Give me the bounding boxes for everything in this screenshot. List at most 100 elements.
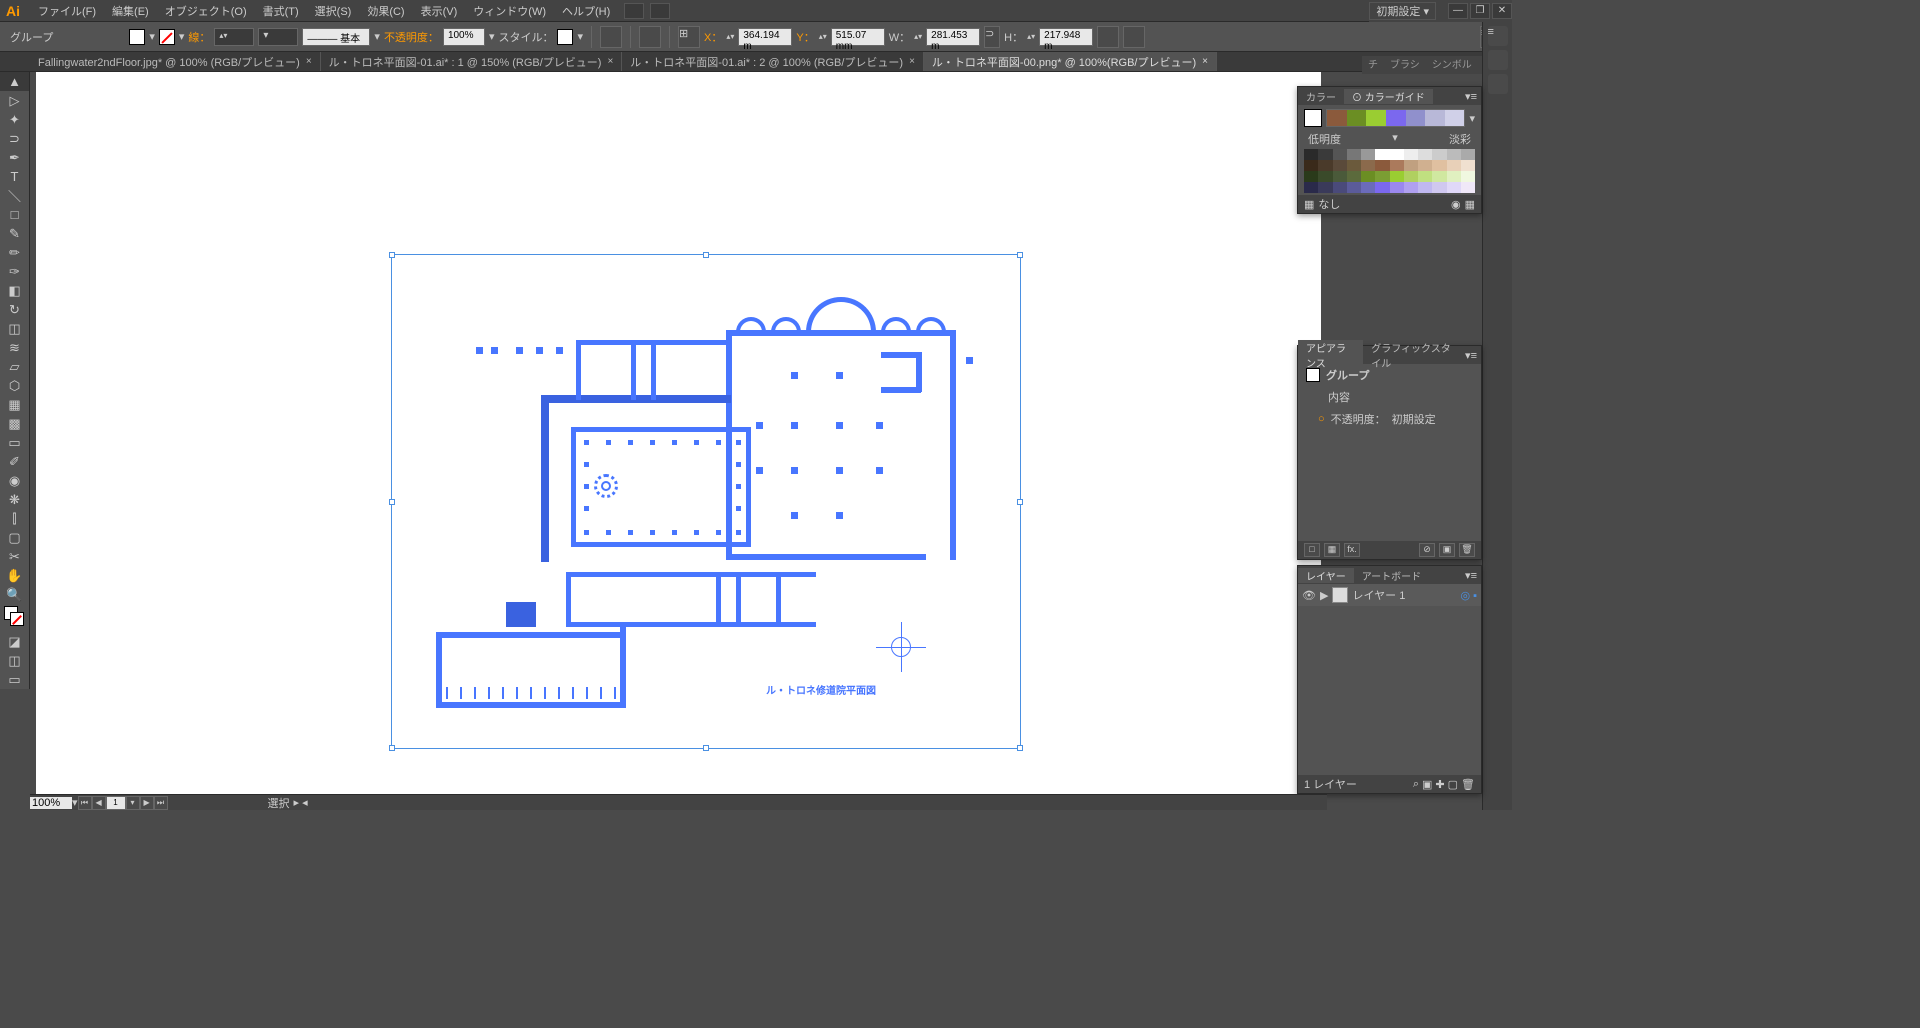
menu-object[interactable]: オブジェクト(O) — [157, 3, 255, 19]
link-wh-icon[interactable]: ⊃ — [984, 26, 1000, 48]
document-tab[interactable]: ル・トロネ平面図-01.ai* : 2 @ 100% (RGB/プレビュー)× — [622, 52, 924, 71]
new-layer-icon[interactable]: ▢ — [1448, 778, 1458, 791]
menu-effect[interactable]: 効果(C) — [359, 3, 412, 19]
pencil-tool[interactable]: ✏ — [0, 243, 29, 262]
panel-icon[interactable] — [1488, 50, 1508, 70]
perspective-tool[interactable]: ▦ — [0, 395, 29, 414]
brush-panel-tabs[interactable]: チ ブラシ シンボル — [1362, 56, 1482, 74]
width-tool[interactable]: ≋ — [0, 338, 29, 357]
panel-tab[interactable]: ブラシ — [1384, 56, 1426, 74]
resize-handle[interactable] — [703, 745, 709, 751]
selection-tool[interactable]: ▲ — [0, 72, 29, 91]
document-tab[interactable]: ル・トロネ平面図-01.ai* : 1 @ 150% (RGB/プレビュー)× — [321, 52, 623, 71]
panel-tab-layers[interactable]: レイヤー — [1298, 568, 1354, 583]
blend-tool[interactable]: ◉ — [0, 471, 29, 490]
zoom-input[interactable]: 100% — [30, 797, 72, 809]
menu-file[interactable]: ファイル(F) — [30, 3, 104, 19]
menu-edit[interactable]: 編集(E) — [104, 3, 157, 19]
resize-handle[interactable] — [389, 745, 395, 751]
resize-handle[interactable] — [389, 499, 395, 505]
duplicate-icon[interactable]: ▣ — [1439, 543, 1455, 557]
h-input[interactable]: 217.948 m — [1039, 28, 1093, 46]
panel-tab-color[interactable]: カラー — [1298, 89, 1344, 104]
new-sublayer-icon[interactable]: ✚ — [1435, 778, 1444, 791]
color-mode-icon[interactable]: ◪ — [0, 632, 29, 651]
menu-help[interactable]: ヘルプ(H) — [554, 3, 618, 19]
workspace-switcher[interactable]: 初期設定 ▾ — [1369, 2, 1436, 20]
artboard-tool[interactable]: ▢ — [0, 528, 29, 547]
clear-icon[interactable]: ⊘ — [1419, 543, 1435, 557]
panel-tab[interactable]: シンボル — [1426, 56, 1478, 74]
recolor-icon[interactable] — [600, 26, 622, 48]
panel-tab-appearance[interactable]: アピアランス — [1298, 340, 1363, 370]
target-indicator-icon[interactable]: ◎ ▪ — [1460, 589, 1477, 602]
delete-icon[interactable]: 🗑 — [1459, 543, 1475, 557]
paintbrush-tool[interactable]: ✎ — [0, 224, 29, 243]
lasso-tool[interactable]: ⊃ — [0, 129, 29, 148]
minimize-button[interactable]: — — [1448, 3, 1468, 19]
tab-close-icon[interactable]: × — [607, 56, 613, 67]
panel-menu-icon[interactable]: ▾≡ — [1461, 349, 1481, 362]
graphic-style-swatch[interactable] — [557, 29, 573, 45]
resize-handle[interactable] — [1017, 745, 1023, 751]
document-tab[interactable]: Fallingwater2ndFloor.jpg* @ 100% (RGB/プレ… — [30, 52, 321, 71]
magic-wand-tool[interactable]: ✦ — [0, 110, 29, 129]
stroke-swatch[interactable] — [159, 29, 175, 45]
x-input[interactable]: 364.194 m — [738, 28, 792, 46]
rectangle-tool[interactable]: □ — [0, 205, 29, 224]
column-graph-tool[interactable]: ⫿ — [0, 509, 29, 528]
align-icon[interactable] — [639, 26, 661, 48]
blob-brush-tool[interactable]: ✑ — [0, 262, 29, 281]
harmony-strip[interactable] — [1326, 109, 1465, 127]
opacity-row-label[interactable]: 不透明度： — [1331, 411, 1386, 427]
expand-toggle-icon[interactable]: ▶ — [1320, 589, 1328, 602]
draw-mode-icon[interactable]: ◫ — [0, 651, 29, 670]
resize-handle[interactable] — [1017, 499, 1023, 505]
color-variation-grid[interactable] — [1298, 147, 1481, 195]
harmony-menu-icon[interactable]: ▾ — [1469, 112, 1475, 125]
delete-layer-icon[interactable]: 🗑 — [1461, 778, 1475, 791]
panel-tab[interactable]: チ — [1362, 56, 1384, 74]
transform-ref-icon[interactable]: ⊞ — [678, 26, 700, 48]
slice-tool[interactable]: ✂ — [0, 547, 29, 566]
tab-close-icon[interactable]: × — [909, 56, 915, 67]
contents-row[interactable]: 内容 — [1328, 389, 1350, 405]
save-group-icon[interactable]: ▦ — [1465, 198, 1475, 211]
free-transform-tool[interactable]: ▱ — [0, 357, 29, 376]
artboard[interactable]: ル・トロネ修道院平面図 — [36, 72, 1321, 794]
y-input[interactable]: 515.07 mm — [831, 28, 885, 46]
panel-tab-colorguide[interactable]: ⊙ カラーガイド — [1344, 89, 1433, 104]
w-input[interactable]: 281.453 m — [926, 28, 980, 46]
swatch-library-icon[interactable]: ▦ — [1304, 198, 1314, 211]
make-clip-icon[interactable]: ▣ — [1422, 778, 1432, 791]
eyedropper-tool[interactable]: ✐ — [0, 452, 29, 471]
pen-tool[interactable]: ✒ — [0, 148, 29, 167]
opacity-input[interactable]: 100% — [443, 28, 485, 46]
panel-tab-graphicstyles[interactable]: グラフィックスタイル — [1363, 340, 1461, 370]
layer-row[interactable]: 👁 ▶ レイヤー 1 ◎ ▪ — [1298, 584, 1481, 606]
panel-icon[interactable] — [1488, 74, 1508, 94]
hand-tool[interactable]: ✋ — [0, 566, 29, 585]
panel-menu-icon[interactable]: ▾≡ — [1461, 569, 1481, 582]
opacity-row-value[interactable]: 初期設定 — [1392, 411, 1436, 427]
prev-artboard-button[interactable]: ◀ — [92, 796, 106, 810]
mesh-tool[interactable]: ▩ — [0, 414, 29, 433]
resize-handle[interactable] — [389, 252, 395, 258]
tab-close-icon[interactable]: × — [1202, 56, 1208, 67]
menu-window[interactable]: ウィンドウ(W) — [465, 3, 554, 19]
last-artboard-button[interactable]: ⏭ — [154, 796, 168, 810]
zoom-tool[interactable]: 🔍 — [0, 585, 29, 604]
symbol-sprayer-tool[interactable]: ❋ — [0, 490, 29, 509]
shape-builder-tool[interactable]: ⬡ — [0, 376, 29, 395]
new-stroke-icon[interactable]: □ — [1304, 543, 1320, 557]
direct-selection-tool[interactable]: ▷ — [0, 91, 29, 110]
menu-format[interactable]: 書式(T) — [255, 3, 307, 19]
stroke-well[interactable] — [10, 612, 24, 626]
stroke-profile-input[interactable]: ▾ — [258, 28, 298, 46]
resize-handle[interactable] — [1017, 252, 1023, 258]
artboard-number-input[interactable]: 1 — [106, 796, 126, 810]
line-tool[interactable]: ＼ — [0, 186, 29, 205]
panel-tab-artboards[interactable]: アートボード — [1354, 568, 1429, 583]
stroke-weight-input[interactable]: ▴▾ — [214, 28, 254, 46]
new-fill-icon[interactable]: ▦ — [1324, 543, 1340, 557]
